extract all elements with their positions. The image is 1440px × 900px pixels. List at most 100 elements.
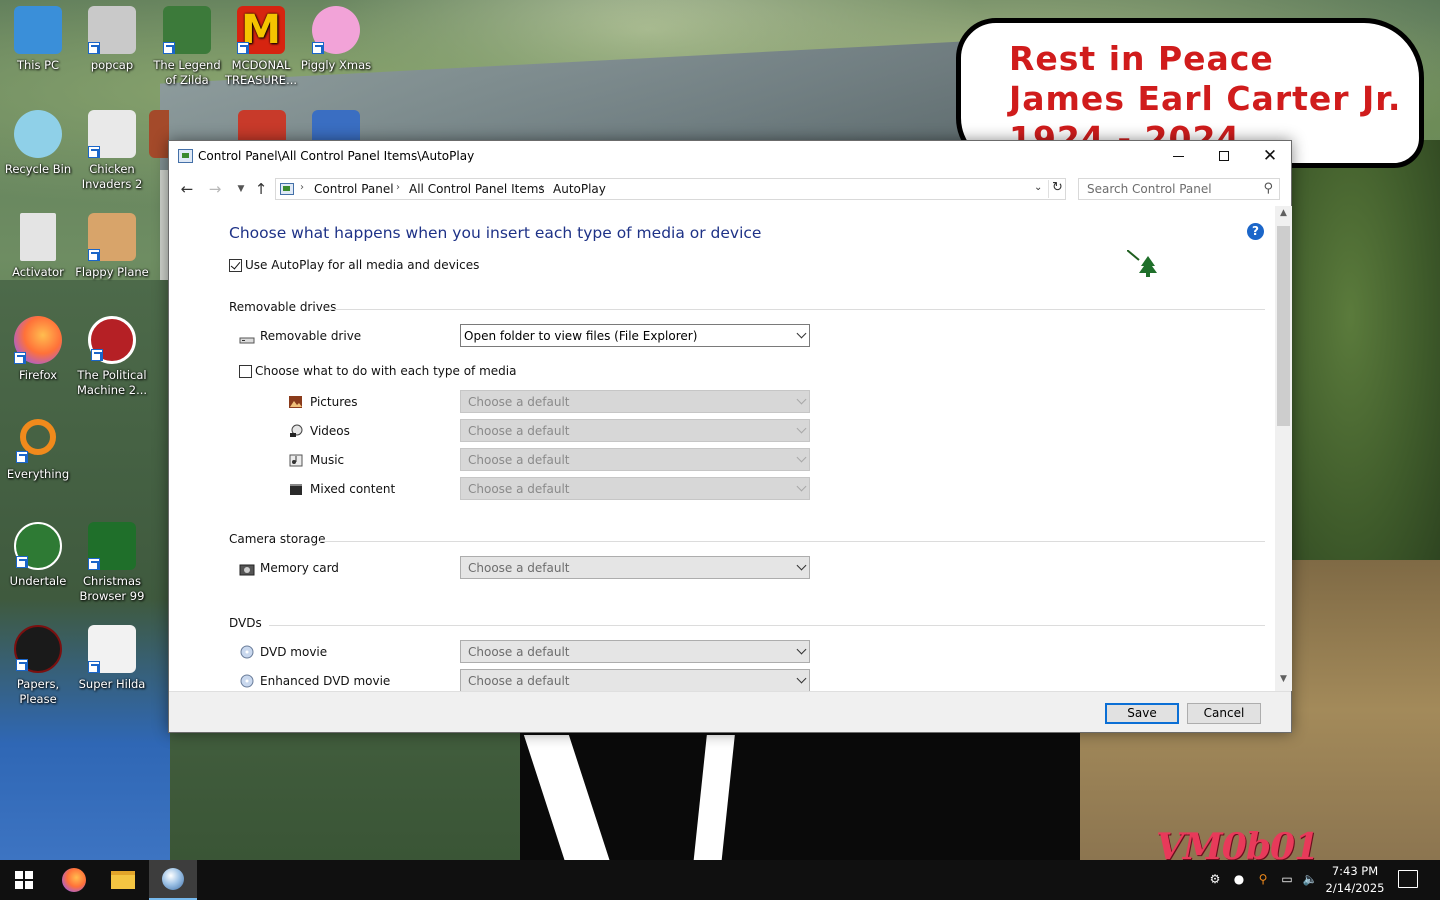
desktop-icon-everything[interactable]: Everything — [0, 419, 76, 482]
taskbar-firefox[interactable] — [50, 860, 98, 900]
desktop-icon-label: Piggly Xmas — [300, 58, 372, 72]
magnifier-icon — [16, 419, 56, 463]
title-bar[interactable]: Control Panel\All Control Panel Items\Au… — [169, 141, 1291, 172]
desktop-icon-undertale[interactable]: Undertale — [0, 522, 76, 589]
desktop-icon-christmas-browser[interactable]: Christmas Browser 99 — [74, 522, 150, 604]
desktop-icon-piggly-xmas[interactable]: Piggly Xmas — [298, 6, 374, 73]
enhanced-dvd-movie-select[interactable]: Choose a default — [460, 669, 810, 691]
desktop-icon-label: The Political Machine 2... — [76, 368, 148, 397]
start-button[interactable] — [0, 860, 48, 900]
help-icon[interactable]: ? — [1247, 223, 1264, 240]
desktop-icon-flappy-plane[interactable]: Flappy Plane — [74, 213, 150, 280]
folder-icon — [88, 6, 136, 54]
close-button[interactable]: ✕ — [1247, 141, 1293, 171]
use-autoplay-label[interactable]: Use AutoPlay for all media and devices — [245, 258, 479, 272]
dvd-movie-label: DVD movie — [260, 645, 328, 659]
memory-card-select[interactable]: Choose a default — [460, 556, 810, 579]
address-bar[interactable]: › Control Panel › All Control Panel Item… — [275, 178, 1066, 200]
refresh-icon[interactable]: ↻ — [1048, 180, 1066, 198]
pictures-icon — [288, 395, 304, 409]
maximize-icon — [1219, 151, 1229, 161]
taskbar-file-explorer[interactable] — [99, 860, 147, 900]
shortcut-arrow-icon — [16, 451, 28, 463]
cancel-button[interactable]: Cancel — [1187, 703, 1261, 724]
dvd-disc-icon — [239, 674, 255, 688]
usb-drive-icon — [239, 332, 255, 346]
shortcut-arrow-icon — [88, 558, 100, 570]
scroll-up-icon[interactable]: ▲ — [1275, 208, 1292, 222]
minimize-icon — [1172, 155, 1184, 157]
recent-locations-button[interactable]: ▼ — [231, 179, 251, 199]
select-value: Choose a default — [468, 424, 570, 438]
each-media-type-checkbox[interactable] — [239, 365, 252, 378]
desktop-icon-popcap[interactable]: popcap — [74, 6, 150, 73]
search-input[interactable] — [1087, 180, 1257, 198]
memory-card-icon — [239, 562, 255, 576]
vertical-scrollbar[interactable]: ▲ ▼ — [1275, 206, 1292, 691]
desktop-icon-super-hilda[interactable]: Super Hilda — [74, 625, 150, 692]
breadcrumb-all-items[interactable]: All Control Panel Items — [409, 182, 545, 196]
search-box[interactable]: ⚲ — [1078, 178, 1280, 200]
forward-button[interactable]: → — [205, 179, 225, 199]
chevron-down-icon — [796, 394, 807, 405]
taskbar-clock[interactable]: 7:43 PM 2/14/2025 — [1324, 863, 1386, 897]
shortcut-arrow-icon — [88, 42, 100, 54]
computer-icon — [14, 6, 62, 54]
breadcrumb-autoplay[interactable]: AutoPlay — [553, 182, 606, 196]
music-select[interactable]: Choose a default — [460, 448, 810, 471]
save-button[interactable]: Save — [1105, 703, 1179, 724]
tray-everything-icon[interactable]: ⚲ — [1255, 872, 1271, 888]
desktop-icon-legend-of-zilda[interactable]: The Legend of Zilda — [149, 6, 225, 88]
memory-card-label: Memory card — [260, 561, 339, 575]
desktop-icon-mcdonal-treasure[interactable]: M MCDONAL TREASURE... — [223, 6, 299, 88]
page-heading: Choose what happens when you insert each… — [229, 224, 762, 242]
scroll-down-icon[interactable]: ▼ — [1275, 674, 1292, 688]
desktop-icon-partial[interactable] — [149, 110, 169, 162]
recycle-bin-icon — [14, 110, 62, 158]
game-icon[interactable] — [238, 110, 286, 140]
shortcut-arrow-icon — [16, 659, 28, 671]
back-button[interactable]: ← — [177, 179, 197, 199]
pictures-select[interactable]: Choose a default — [460, 390, 810, 413]
desktop-icon-political-machine[interactable]: The Political Machine 2... — [74, 316, 150, 398]
tray-network-sharing-icon[interactable]: ⚙ — [1207, 872, 1223, 888]
section-camera-storage: Camera storage — [229, 532, 326, 546]
videos-select[interactable]: Choose a default — [460, 419, 810, 442]
desktop-icon-papers-please[interactable]: Papers, Please — [0, 625, 76, 707]
autoplay-window: Control Panel\All Control Panel Items\Au… — [168, 140, 1292, 733]
desktop-icon-firefox[interactable]: Firefox — [0, 316, 76, 383]
desktop-icon-label: Chicken Invaders 2 — [81, 162, 143, 191]
volume-icon[interactable]: 🔈 — [1302, 872, 1318, 888]
desktop-icon-label: MCDONAL TREASURE... — [224, 58, 298, 87]
breadcrumb-control-panel[interactable]: Control Panel — [314, 182, 394, 196]
firefox-icon — [14, 316, 62, 364]
close-icon: ✕ — [1262, 146, 1278, 166]
each-media-type-label[interactable]: Choose what to do with each type of medi… — [255, 364, 516, 378]
use-autoplay-checkbox[interactable] — [229, 259, 242, 272]
arrow-right-icon: → — [208, 180, 222, 198]
mixed-content-select[interactable]: Choose a default — [460, 477, 810, 500]
desktop-icon-recycle-bin[interactable]: Recycle Bin — [0, 110, 76, 177]
notification-center-icon[interactable] — [1398, 870, 1418, 888]
watermark-logo: VM0b01 — [1156, 826, 1319, 860]
dvd-movie-select[interactable]: Choose a default — [460, 640, 810, 663]
minimize-button[interactable] — [1155, 141, 1201, 171]
desktop-icon-chicken-invaders[interactable]: Chicken Invaders 2 — [74, 110, 150, 192]
network-icon[interactable]: ▭ — [1279, 872, 1295, 888]
game-icon[interactable] — [312, 110, 360, 140]
wallpaper-bush — [1290, 140, 1440, 580]
autoplay-content: Choose what happens when you insert each… — [169, 206, 1275, 691]
chevron-right-icon: › — [396, 182, 400, 193]
taskbar-control-panel[interactable] — [149, 860, 197, 900]
desktop-icon-this-pc[interactable]: This PC — [0, 6, 76, 73]
scroll-thumb[interactable] — [1277, 226, 1290, 426]
section-divider — [319, 541, 1265, 542]
maximize-button[interactable] — [1201, 141, 1247, 171]
desktop-icon-activator[interactable]: Activator — [0, 213, 76, 280]
address-dropdown-icon[interactable]: ⌄ — [1034, 182, 1042, 193]
removable-drive-select[interactable]: Open folder to view files (File Explorer… — [460, 324, 810, 347]
chevron-down-icon — [796, 328, 807, 339]
tray-drop-icon[interactable]: ● — [1231, 872, 1247, 888]
memorial-line: James Earl Carter Jr. — [1009, 79, 1402, 118]
up-button[interactable]: ↑ — [251, 179, 271, 199]
